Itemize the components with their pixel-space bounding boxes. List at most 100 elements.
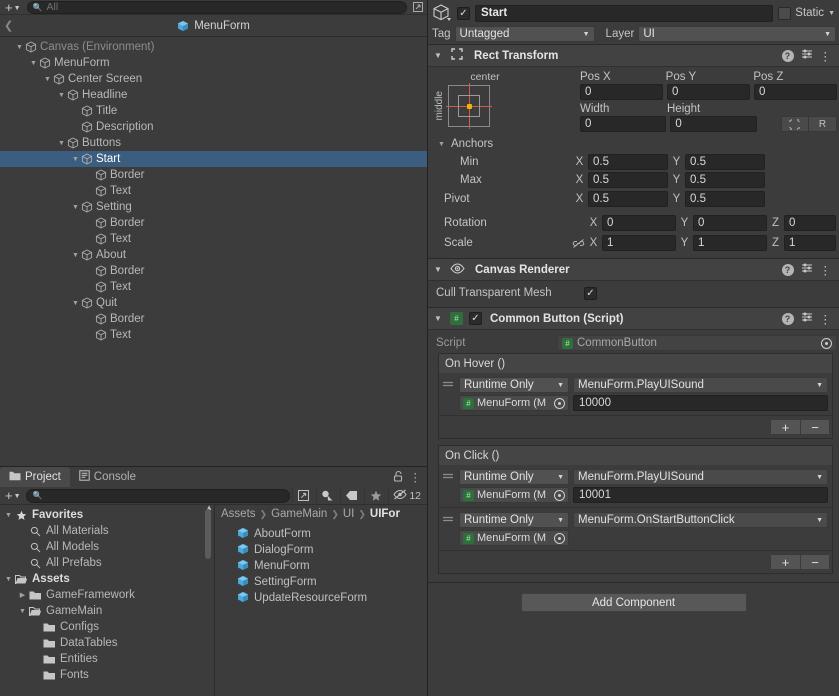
project-tree-item-favorites[interactable]: ▼ Favorites <box>0 507 214 523</box>
event-target-object-field[interactable]: # MenuForm (M <box>459 487 569 503</box>
kebab-menu-icon[interactable]: ⋮ <box>820 49 832 63</box>
on-hover-remove-button[interactable]: − <box>800 419 830 435</box>
add-component-button[interactable]: Add Component <box>520 593 747 612</box>
event-mode-dropdown[interactable]: Runtime Only ▼ <box>459 512 569 528</box>
help-icon[interactable]: ? <box>781 49 794 62</box>
expand-triangle-icon[interactable]: ▼ <box>3 576 14 583</box>
hierarchy-item-description[interactable]: ▸ Description <box>0 119 427 135</box>
anchor-preset-button[interactable] <box>446 83 492 129</box>
project-tree-item-datatables[interactable]: DataTables <box>0 635 214 651</box>
pos-y-input[interactable]: 0 <box>667 84 750 100</box>
expand-triangle-icon[interactable]: ▼ <box>14 44 25 51</box>
project-tree-item-entities[interactable]: Entities <box>0 651 214 667</box>
static-dropdown-icon[interactable]: ▼ <box>828 10 835 17</box>
event-target-object-field[interactable]: # MenuForm (M <box>459 530 569 546</box>
collapse-triangle-icon[interactable]: ▼ <box>432 265 444 274</box>
tag-dropdown[interactable]: Untagged ▼ <box>454 26 595 42</box>
hierarchy-item-about[interactable]: ▼ About <box>0 247 427 263</box>
help-icon[interactable]: ? <box>781 312 794 325</box>
kebab-menu-icon[interactable]: ⋮ <box>820 312 832 326</box>
asset-item-aboutform[interactable]: AboutForm <box>215 526 427 542</box>
expand-triangle-icon[interactable]: ▼ <box>70 204 81 211</box>
hierarchy-item-border[interactable]: ▸ Border <box>0 215 427 231</box>
asset-item-menuform[interactable]: MenuForm <box>215 558 427 574</box>
height-input[interactable]: 0 <box>670 116 757 132</box>
link-broken-icon[interactable] <box>571 238 585 249</box>
project-search-input[interactable]: 🔍 <box>25 488 291 503</box>
project-tab-bar[interactable]: Project Console ⋮ <box>0 467 427 487</box>
breadcrumb-item[interactable]: Assets <box>221 508 256 520</box>
project-tree-item-fonts[interactable]: Fonts <box>0 667 214 683</box>
pivot-x-input[interactable]: 0.5 <box>588 191 668 207</box>
hierarchy-item-buttons[interactable]: ▼ Buttons <box>0 135 427 151</box>
project-create-button[interactable]: + ▼ <box>2 489 24 502</box>
hierarchy-item-title[interactable]: ▸ Title <box>0 103 427 119</box>
help-icon[interactable]: ? <box>781 263 794 276</box>
expand-triangle-icon[interactable]: ▼ <box>42 76 53 83</box>
hierarchy-item-text[interactable]: ▸ Text <box>0 279 427 295</box>
project-tree-item-configs[interactable]: Configs <box>0 619 214 635</box>
event-argument-input[interactable]: 10000 <box>573 395 828 411</box>
drag-handle-icon[interactable] <box>441 472 455 483</box>
event-mode-dropdown[interactable]: Runtime Only ▼ <box>459 469 569 485</box>
common-button-enabled-checkbox[interactable]: ✓ <box>469 312 482 325</box>
on-click-add-button[interactable]: + <box>770 554 800 570</box>
layer-dropdown[interactable]: UI ▼ <box>638 26 836 42</box>
event-method-dropdown[interactable]: MenuForm.PlayUISound ▼ <box>573 377 828 393</box>
project-tree-scrollbar[interactable] <box>205 509 211 559</box>
hierarchy-search-input[interactable]: 🔍 All <box>26 0 407 14</box>
script-object-field[interactable]: # CommonButton <box>557 335 837 351</box>
type-filter-icon[interactable] <box>316 488 338 503</box>
object-picker-icon[interactable] <box>554 532 565 544</box>
hierarchy-item-headline[interactable]: ▼ Headline <box>0 87 427 103</box>
gameobject-name-input[interactable]: Start <box>475 4 774 22</box>
kebab-menu-icon[interactable]: ⋮ <box>410 470 422 484</box>
blueprint-mode-toggle[interactable] <box>780 116 809 132</box>
rotation-x-input[interactable]: 0 <box>602 215 676 231</box>
anchor-max-y-input[interactable]: 0.5 <box>685 172 765 188</box>
rotation-z-input[interactable]: 0 <box>784 215 836 231</box>
rect-transform-header[interactable]: ▼ Rect Transform ? ⋮ <box>428 45 839 67</box>
breadcrumb-item[interactable]: UIFor <box>370 508 400 520</box>
lock-open-icon[interactable] <box>393 470 404 485</box>
breadcrumb-item[interactable]: GameMain <box>271 508 327 520</box>
drag-handle-icon[interactable] <box>441 515 455 526</box>
expand-triangle-icon[interactable]: ▼ <box>70 300 81 307</box>
asset-item-updateresourceform[interactable]: UpdateResourceForm <box>215 590 427 606</box>
project-folder-tree[interactable]: ▲ ▼FavoritesAll MaterialsAll ModelsAll P… <box>0 505 215 696</box>
project-tree-item-gameframework[interactable]: ▶ GameFramework <box>0 587 214 603</box>
object-picker-icon[interactable] <box>821 337 832 349</box>
tab-project[interactable]: Project <box>0 467 70 487</box>
event-method-dropdown[interactable]: MenuForm.PlayUISound ▼ <box>573 469 828 485</box>
event-mode-dropdown[interactable]: Runtime Only ▼ <box>459 377 569 393</box>
project-tree-item-all-models[interactable]: All Models <box>0 539 214 555</box>
asset-item-dialogform[interactable]: DialogForm <box>215 542 427 558</box>
collapse-triangle-icon[interactable]: ▼ <box>432 51 444 60</box>
cull-transparent-mesh-checkbox[interactable]: ✓ <box>584 286 597 300</box>
hierarchy-item-setting[interactable]: ▼ Setting <box>0 199 427 215</box>
hierarchy-item-quit[interactable]: ▼ Quit <box>0 295 427 311</box>
hierarchy-item-center-screen[interactable]: ▼ Center Screen <box>0 71 427 87</box>
gameobject-enabled-checkbox[interactable]: ✓ <box>457 6 470 20</box>
create-object-button[interactable]: + ▼ <box>2 1 24 14</box>
expand-triangle-icon[interactable]: ▼ <box>17 608 28 615</box>
scale-x-input[interactable]: 1 <box>602 235 676 251</box>
on-click-remove-button[interactable]: − <box>800 554 830 570</box>
raw-edit-mode-toggle[interactable]: R <box>808 116 837 132</box>
hierarchy-item-menuform[interactable]: ▼ MenuForm <box>0 55 427 71</box>
scale-z-input[interactable]: 1 <box>784 235 836 251</box>
hierarchy-item-canvas-environment[interactable]: ▼ Canvas (Environment) <box>0 39 427 55</box>
width-input[interactable]: 0 <box>580 116 667 132</box>
expand-triangle-icon[interactable]: ▼ <box>3 512 14 519</box>
rotation-y-input[interactable]: 0 <box>693 215 767 231</box>
hierarchy-tree[interactable]: ▼ Canvas (Environment) ▼ MenuForm ▼ Center Sc… <box>0 37 427 466</box>
save-search-icon[interactable] <box>292 488 314 503</box>
static-checkbox[interactable] <box>778 6 792 20</box>
anchor-max-x-input[interactable]: 0.5 <box>588 172 668 188</box>
event-method-dropdown[interactable]: MenuForm.OnStartButtonClick ▼ <box>573 512 828 528</box>
asset-item-settingform[interactable]: SettingForm <box>215 574 427 590</box>
common-button-header[interactable]: ▼ # ✓ Common Button (Script) ? ⋮ <box>428 308 839 330</box>
label-filter-icon[interactable] <box>340 488 362 503</box>
object-picker-icon[interactable] <box>554 489 565 501</box>
expand-triangle-icon[interactable]: ▼ <box>56 92 67 99</box>
